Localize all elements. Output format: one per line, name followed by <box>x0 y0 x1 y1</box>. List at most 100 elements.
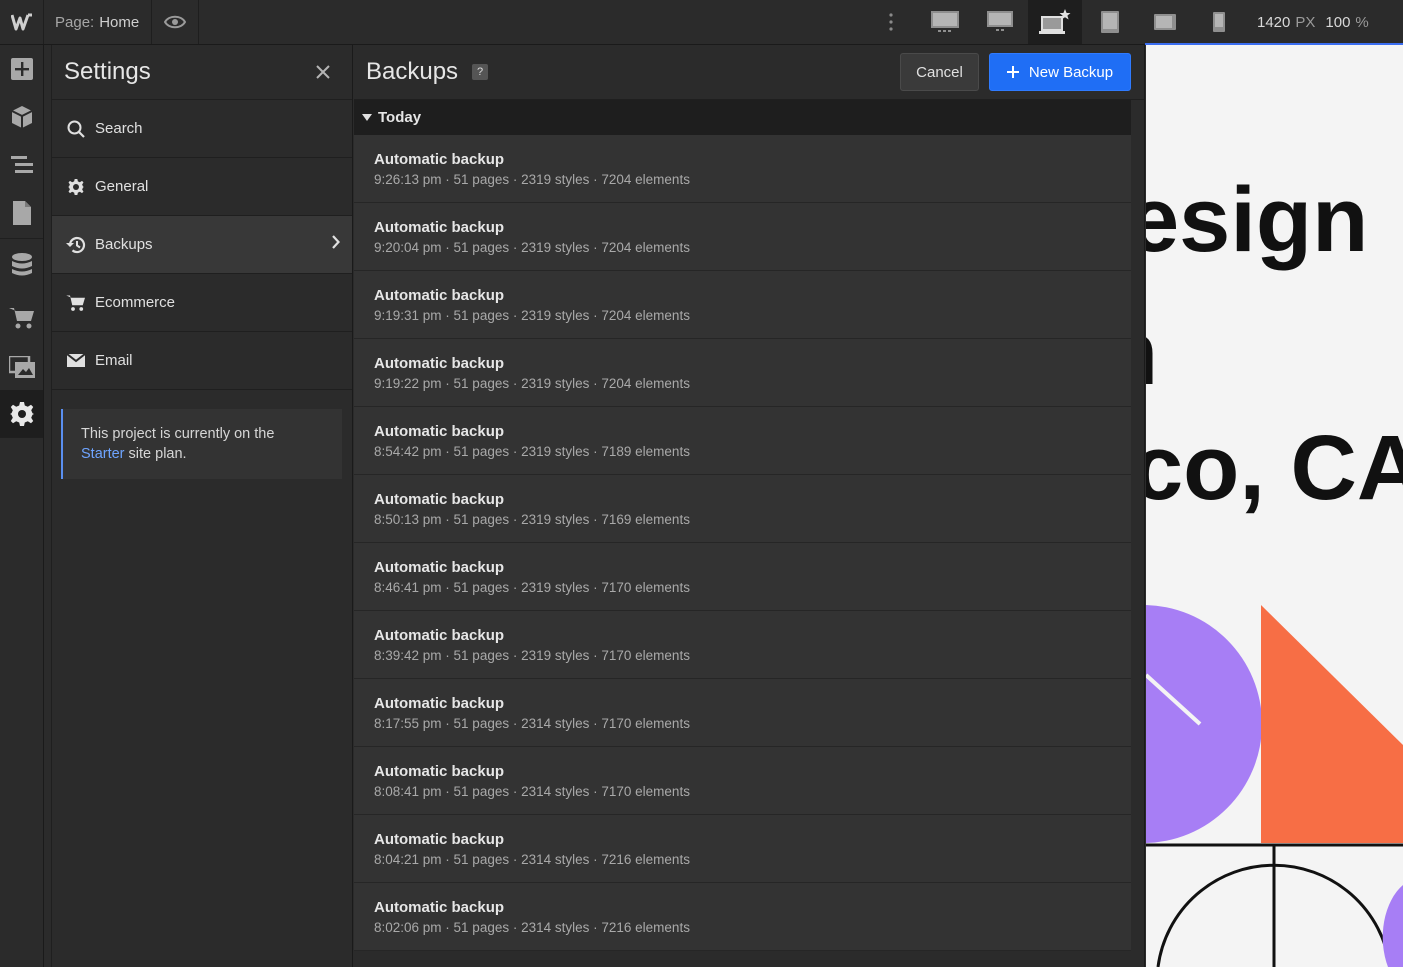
gear-icon <box>66 177 86 197</box>
backups-header: Backups ? Cancel New Backup <box>354 45 1144 100</box>
settings-title: Settings <box>64 58 151 85</box>
plus-icon <box>1006 66 1019 78</box>
history-icon <box>66 235 86 255</box>
settings-menu-label: Email <box>95 352 133 369</box>
more-options-icon[interactable] <box>880 0 902 44</box>
breakpoint-mobile-portrait-icon[interactable] <box>1192 0 1246 44</box>
settings-menu-backups[interactable]: Backups <box>52 216 352 274</box>
backup-title: Automatic backup <box>374 899 505 916</box>
backups-title: Backups <box>366 58 459 85</box>
backup-row[interactable]: Automatic backup 8:39:42 pm · 51 pages · … <box>354 611 1131 679</box>
settings-menu-ecommerce[interactable]: Ecommerce <box>52 274 352 332</box>
settings-panel: Settings Search General Backups Ecommerc… <box>51 45 353 967</box>
settings-gear-icon[interactable] <box>0 390 43 438</box>
navigator-icon[interactable] <box>0 141 43 189</box>
backup-meta: 8:39:42 pm · 51 pages · 2319 styles · 71… <box>374 648 690 663</box>
backup-meta: 8:17:55 pm · 51 pages · 2314 styles · 71… <box>374 716 690 731</box>
help-icon[interactable]: ? <box>472 64 489 80</box>
rail-divider <box>0 437 43 438</box>
backup-group-toggle[interactable]: Today <box>354 100 1131 135</box>
settings-menu-label: Ecommerce <box>95 294 176 311</box>
backup-meta: 9:19:31 pm · 51 pages · 2319 styles · 72… <box>374 308 690 323</box>
breakpoint-1440-icon[interactable] <box>973 0 1027 44</box>
backup-list: Automatic backup 9:26:13 pm · 51 pages · … <box>354 135 1131 951</box>
close-icon[interactable] <box>312 61 334 83</box>
canvas-width-unit: PX <box>1295 13 1316 31</box>
canvas-dimensions: 1420 PX 100 % <box>1257 0 1369 44</box>
backup-row[interactable]: Automatic backup 8:04:21 pm · 51 pages · … <box>354 815 1131 883</box>
zoom-unit: % <box>1355 13 1369 31</box>
purple-edge-shape <box>1382 885 1403 967</box>
backup-title: Automatic backup <box>374 151 505 168</box>
backup-meta: 8:04:21 pm · 51 pages · 2314 styles · 72… <box>374 852 690 867</box>
settings-menu-label: Search <box>95 120 143 137</box>
caret-down-icon <box>362 113 372 122</box>
breakpoint-tablet-icon[interactable] <box>1083 0 1137 44</box>
assets-images-icon[interactable] <box>0 343 43 391</box>
settings-menu-email[interactable]: Email <box>52 332 352 390</box>
backup-row[interactable]: Automatic backup 9:19:22 pm · 51 pages · … <box>354 339 1131 407</box>
plan-link[interactable]: Starter <box>81 446 125 462</box>
cancel-button[interactable]: Cancel <box>900 53 979 91</box>
chevron-right-icon <box>331 235 340 253</box>
ecommerce-cart-icon[interactable] <box>0 294 43 342</box>
new-backup-label: New Backup <box>1028 63 1114 81</box>
backups-panel: Backups ? Cancel New Backup Today Automa… <box>354 45 1145 967</box>
plan-notice: This project is currently on the Starter… <box>61 409 342 479</box>
backup-row[interactable]: Automatic backup 8:46:41 pm · 51 pages · … <box>354 543 1131 611</box>
settings-menu-general[interactable]: General <box>52 158 352 216</box>
backup-meta: 8:08:41 pm · 51 pages · 2314 styles · 71… <box>374 784 690 799</box>
settings-menu-label: General <box>95 178 149 195</box>
page-name: Home <box>99 13 140 31</box>
plan-notice-suffix: site plan. <box>128 446 187 462</box>
backup-title: Automatic backup <box>374 491 505 508</box>
backup-title: Automatic backup <box>374 219 505 236</box>
add-panel-icon[interactable] <box>0 45 43 93</box>
backup-title: Automatic backup <box>374 627 505 644</box>
purple-circle <box>1146 606 1261 842</box>
settings-header: Settings <box>52 45 352 100</box>
backup-row[interactable]: Automatic backup 9:26:13 pm · 51 pages · … <box>354 135 1131 203</box>
breakpoint-mobile-landscape-icon[interactable] <box>1138 0 1192 44</box>
canvas-shapes <box>1146 605 1403 967</box>
backup-meta: 9:26:13 pm · 51 pages · 2319 styles · 72… <box>374 172 690 187</box>
plan-notice-prefix: This project is currently on the <box>81 426 275 442</box>
backup-meta: 8:02:06 pm · 51 pages · 2314 styles · 72… <box>374 920 690 935</box>
backup-title: Automatic backup <box>374 695 505 712</box>
rail-divider <box>0 238 43 239</box>
cart-icon <box>66 293 86 313</box>
backup-title: Automatic backup <box>374 831 505 848</box>
top-toolbar: Page: Home 1420 PX 100 % <box>0 0 1403 45</box>
backup-row[interactable]: Automatic backup 8:50:13 pm · 51 pages · … <box>354 475 1131 543</box>
page-prefix: Page: <box>55 13 95 31</box>
new-backup-button[interactable]: New Backup <box>989 53 1131 91</box>
scrollbar-track[interactable] <box>1131 101 1144 967</box>
orange-triangle <box>1261 605 1403 843</box>
backup-row[interactable]: Automatic backup 8:54:42 pm · 51 pages · … <box>354 407 1131 475</box>
symbols-cube-icon[interactable] <box>0 93 43 141</box>
backup-title: Automatic backup <box>374 355 505 372</box>
search-icon <box>66 119 86 139</box>
backup-row[interactable]: Automatic backup 9:19:31 pm · 51 pages · … <box>354 271 1131 339</box>
backup-meta: 8:50:13 pm · 51 pages · 2319 styles · 71… <box>374 512 690 527</box>
design-canvas[interactable]: esign n co, CA <box>1146 45 1403 967</box>
settings-menu-search[interactable]: Search <box>52 100 352 158</box>
backup-title: Automatic backup <box>374 423 505 440</box>
backup-row[interactable]: Automatic backup 9:20:04 pm · 51 pages · … <box>354 203 1131 271</box>
pages-icon[interactable] <box>0 189 43 237</box>
backup-meta: 9:19:22 pm · 51 pages · 2319 styles · 72… <box>374 376 690 391</box>
backup-meta: 9:20:04 pm · 51 pages · 2319 styles · 72… <box>374 240 690 255</box>
backup-group-label: Today <box>378 109 422 126</box>
cms-database-icon[interactable] <box>0 241 43 289</box>
page-selector[interactable]: Page: Home <box>44 0 152 44</box>
preview-eye-icon[interactable] <box>152 0 199 44</box>
backup-row[interactable]: Automatic backup 8:02:06 pm · 51 pages · … <box>354 883 1131 951</box>
mail-icon <box>66 351 86 371</box>
backup-row[interactable]: Automatic backup 8:17:55 pm · 51 pages · … <box>354 679 1131 747</box>
breakpoint-1920-icon[interactable] <box>918 0 972 44</box>
backup-row[interactable]: Automatic backup 8:08:41 pm · 51 pages · … <box>354 747 1131 815</box>
breakpoint-desktop-base-icon[interactable] <box>1028 0 1082 44</box>
backup-meta: 8:54:42 pm · 51 pages · 2319 styles · 71… <box>374 444 690 459</box>
left-icon-rail <box>0 45 44 967</box>
webflow-logo-icon[interactable] <box>0 0 44 44</box>
